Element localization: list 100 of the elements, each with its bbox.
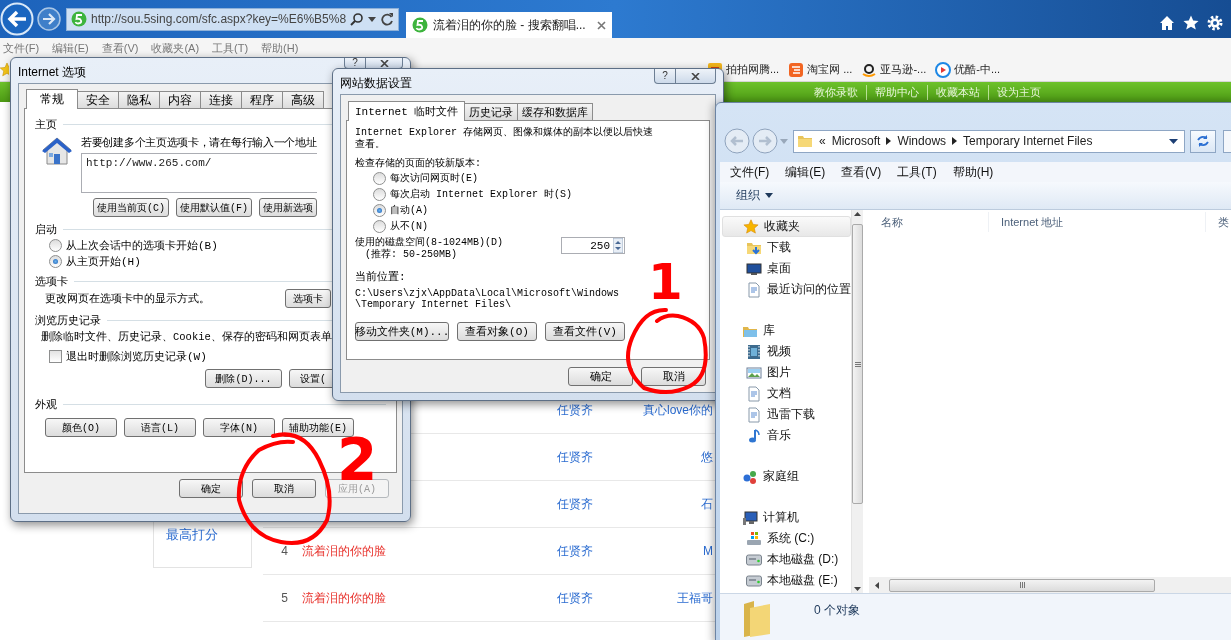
breadcrumb-overflow[interactable]: «: [819, 134, 826, 148]
nav-tree-item[interactable]: 下载: [722, 237, 851, 258]
dialog-button[interactable]: 使用当前页(C): [93, 198, 169, 217]
dialog-button[interactable]: 取消: [641, 366, 706, 386]
close-icon[interactable]: [597, 20, 606, 30]
dialog-button[interactable]: 移动文件夹(M)...: [355, 322, 449, 341]
menu-item[interactable]: 文件(F): [3, 40, 40, 56]
dialog-tab[interactable]: 历史记录: [464, 103, 519, 120]
radio-button[interactable]: [49, 238, 62, 252]
radio-button[interactable]: [373, 187, 386, 201]
dialog-tab[interactable]: 隐私: [118, 91, 160, 108]
nav-tree-item[interactable]: 收藏夹: [722, 216, 851, 237]
nav-tree-item[interactable]: 本地磁盘 (D:): [722, 549, 851, 570]
dialog-tab[interactable]: 程序: [241, 91, 283, 108]
dialog-button[interactable]: 选项卡: [285, 289, 331, 308]
browser-tab[interactable]: 流着泪的你的脸 - 搜索翻唱...: [406, 12, 612, 38]
favorite-link[interactable]: 淘宝网 ...: [788, 61, 853, 78]
dialog-button[interactable]: 字体(N): [203, 418, 275, 437]
menu-item[interactable]: 帮助(H): [261, 40, 299, 56]
refresh-button[interactable]: [1190, 129, 1216, 153]
dialog-button[interactable]: 使用默认值(F): [176, 198, 253, 217]
favorite-link[interactable]: 优酷-中...: [935, 61, 1001, 78]
table-cell-link[interactable]: 石: [701, 495, 713, 513]
dialog-button[interactable]: 使用新选项: [259, 198, 318, 217]
dialog-button[interactable]: 语言(L): [124, 418, 196, 437]
breadcrumb-item[interactable]: Microsoft: [831, 134, 881, 148]
search-icon[interactable]: [350, 12, 364, 26]
nav-tree-item[interactable]: 迅雷下载: [722, 404, 851, 425]
close-button[interactable]: [676, 69, 716, 84]
sidebar-link[interactable]: 最高打分: [166, 527, 218, 542]
column-header[interactable]: 类: [1206, 212, 1231, 232]
address-field[interactable]: http://sou.5sing.com/sfc.aspx?key=%E6%B5%8: [91, 12, 346, 26]
favorite-link[interactable]: 亚马逊-...: [861, 61, 927, 78]
table-cell-link[interactable]: 真心love你的: [643, 401, 713, 419]
home-icon[interactable]: [1159, 15, 1175, 31]
singer-link[interactable]: 任贤齐: [557, 448, 600, 466]
dialog-button[interactable]: 确定: [179, 479, 243, 498]
menu-item[interactable]: 帮助(H): [952, 163, 994, 181]
homepage-field[interactable]: http://www.265.com/: [81, 153, 317, 193]
menu-item[interactable]: 收藏夹(A): [151, 40, 200, 56]
dialog-button[interactable]: 辅助功能(E): [282, 418, 354, 437]
nav-tree-item[interactable]: 视频: [722, 341, 851, 362]
settings-icon[interactable]: [1207, 15, 1223, 31]
song-title-link[interactable]: 流着泪的你的脸: [302, 589, 557, 607]
singer-link[interactable]: 任贤齐: [557, 401, 600, 419]
nav-tree-item[interactable]: 音乐: [722, 425, 851, 446]
breadcrumb-item[interactable]: Temporary Internet Files: [963, 134, 1093, 148]
column-header[interactable]: Internet 地址: [989, 212, 1206, 232]
nav-tree-item[interactable]: 库: [722, 320, 851, 341]
checkbox[interactable]: [49, 349, 62, 363]
radio-button[interactable]: [49, 254, 62, 268]
table-cell-link[interactable]: 悠: [701, 448, 713, 466]
menu-item[interactable]: 工具(T): [897, 163, 937, 181]
favorites-star-icon[interactable]: [0, 61, 9, 78]
song-title-link[interactable]: 流着泪的你的脸: [302, 542, 557, 560]
spin-field[interactable]: 250: [561, 237, 625, 254]
nav-tree-item[interactable]: 计算机: [722, 507, 851, 528]
nav-tree-item[interactable]: 家庭组: [722, 466, 851, 487]
nav-tree-item[interactable]: 本地磁盘 (E:): [722, 570, 851, 591]
menu-item[interactable]: 文件(F): [730, 163, 770, 181]
nav-tree-item[interactable]: 系统 (C:): [722, 528, 851, 549]
dialog-button[interactable]: 查看文件(V): [545, 322, 625, 341]
dialog-button[interactable]: 查看对象(O): [457, 322, 537, 341]
horizontal-scrollbar[interactable]: [869, 577, 1231, 593]
singer-link[interactable]: 任贤齐: [557, 589, 600, 607]
dialog-button[interactable]: 删除(D)...: [205, 369, 282, 388]
caret-icon[interactable]: [368, 16, 376, 22]
dialog-tab[interactable]: 安全: [77, 91, 119, 108]
dialog-button[interactable]: 颜色(O): [45, 418, 117, 437]
menu-item[interactable]: 编辑(E): [52, 40, 89, 56]
table-cell-link[interactable]: 王福哥: [677, 589, 713, 607]
forward-icon[interactable]: [37, 7, 61, 31]
dialog-tab[interactable]: 常规: [26, 89, 78, 109]
menu-item[interactable]: 查看(V): [841, 163, 882, 181]
singer-link[interactable]: 任贤齐: [557, 542, 600, 560]
singer-link[interactable]: 任贤齐: [557, 495, 600, 513]
dialog-tab[interactable]: 高级: [282, 91, 324, 108]
radio-button[interactable]: [373, 219, 386, 233]
table-cell-link[interactable]: M: [703, 544, 713, 558]
dialog-tab[interactable]: Internet 临时文件: [348, 101, 466, 121]
menu-item[interactable]: 工具(T): [212, 40, 249, 56]
dialog-tab[interactable]: 缓存和数据库: [517, 103, 594, 120]
radio-button[interactable]: [373, 203, 386, 217]
menu-item[interactable]: 编辑(E): [785, 163, 826, 181]
nav-tree-item[interactable]: 桌面: [722, 258, 851, 279]
dialog-tab[interactable]: 连接: [200, 91, 242, 108]
star-icon[interactable]: [1183, 15, 1199, 31]
nav-tree-item[interactable]: 图片: [722, 362, 851, 383]
breadcrumb-item[interactable]: Windows: [897, 134, 947, 148]
menu-item[interactable]: 查看(V): [101, 40, 139, 56]
dialog-button[interactable]: 设置(: [289, 369, 335, 388]
radio-button[interactable]: [373, 171, 386, 185]
spinner-arrows-icon[interactable]: [613, 238, 623, 253]
help-button[interactable]: ?: [654, 69, 676, 84]
column-header[interactable]: 名称: [869, 212, 989, 232]
caret-icon[interactable]: [1169, 138, 1178, 144]
refresh-icon[interactable]: [380, 12, 394, 26]
vertical-scrollbar[interactable]: [851, 210, 863, 593]
dialog-tab[interactable]: 内容: [159, 91, 201, 108]
dialog-button[interactable]: 确定: [568, 366, 633, 386]
